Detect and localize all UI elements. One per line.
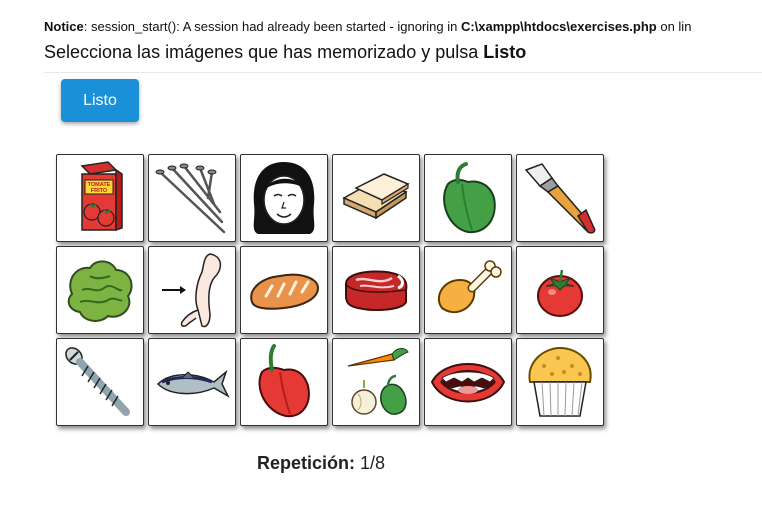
- image-card-nails[interactable]: [148, 154, 236, 242]
- instruction-emphasis: Listo: [483, 42, 527, 62]
- muffin-icon: [528, 346, 592, 417]
- arm-icon: [162, 253, 222, 328]
- mouth-icon: [430, 363, 506, 403]
- fish-icon: [156, 369, 230, 398]
- image-card-arm[interactable]: [148, 246, 236, 334]
- image-card-lettuce[interactable]: [56, 246, 144, 334]
- image-grid: TOMATE FRITO: [56, 154, 608, 426]
- image-card-green-pepper[interactable]: [424, 154, 512, 242]
- vegetables-icon: [347, 348, 409, 415]
- repetition-label: Repetición:: [257, 453, 356, 473]
- bread-loaf-icon: [250, 273, 320, 310]
- image-card-tomato-sauce[interactable]: TOMATE FRITO: [56, 154, 144, 242]
- image-card-bread-loaf[interactable]: [240, 246, 328, 334]
- green-pepper-icon: [443, 162, 496, 234]
- screw-icon: [65, 347, 130, 416]
- image-card-vegetables[interactable]: [332, 338, 420, 426]
- carton-text-line2: FRITO: [91, 188, 108, 194]
- image-card-paintbrush[interactable]: [516, 154, 604, 242]
- image-card-muffin[interactable]: [516, 338, 604, 426]
- notice-file: C:\xampp\htdocs\exercises.php: [460, 19, 657, 34]
- image-card-tomato[interactable]: [516, 246, 604, 334]
- listo-button[interactable]: Listo: [61, 79, 139, 122]
- bread-slices-icon: [342, 173, 410, 220]
- tomato-sauce-carton-icon: TOMATE FRITO: [80, 161, 123, 232]
- instruction-text: Selecciona las imágenes que has memoriza…: [44, 42, 526, 63]
- lettuce-icon: [67, 260, 133, 322]
- repetition-counter: Repetición: 1/8: [257, 453, 385, 474]
- image-card-fish[interactable]: [148, 338, 236, 426]
- notice-message: : session_start(): A session had already…: [83, 19, 461, 34]
- chicken-leg-icon: [437, 260, 502, 314]
- notice-label: Notice: [44, 19, 84, 34]
- image-card-chicken-leg[interactable]: [424, 246, 512, 334]
- image-card-screw[interactable]: [56, 338, 144, 426]
- repetition-value: 1/8: [360, 453, 386, 473]
- notice-suffix: on lin: [656, 19, 692, 34]
- instruction-body: Selecciona las imágenes que has memoriza…: [44, 42, 484, 62]
- girl-face-icon: [253, 162, 315, 234]
- image-card-girl-face[interactable]: [240, 154, 328, 242]
- meat-icon: [345, 270, 408, 311]
- nails-icon: [155, 163, 226, 234]
- image-card-mouth[interactable]: [424, 338, 512, 426]
- image-card-red-pepper[interactable]: [240, 338, 328, 426]
- divider: [44, 72, 762, 73]
- red-pepper-icon: [258, 344, 310, 418]
- image-card-meat[interactable]: [332, 246, 420, 334]
- php-notice: Notice: session_start(): A session had a…: [44, 19, 762, 34]
- paintbrush-icon: [524, 163, 596, 234]
- tomato-icon: [537, 269, 583, 317]
- image-card-bread-slices[interactable]: [332, 154, 420, 242]
